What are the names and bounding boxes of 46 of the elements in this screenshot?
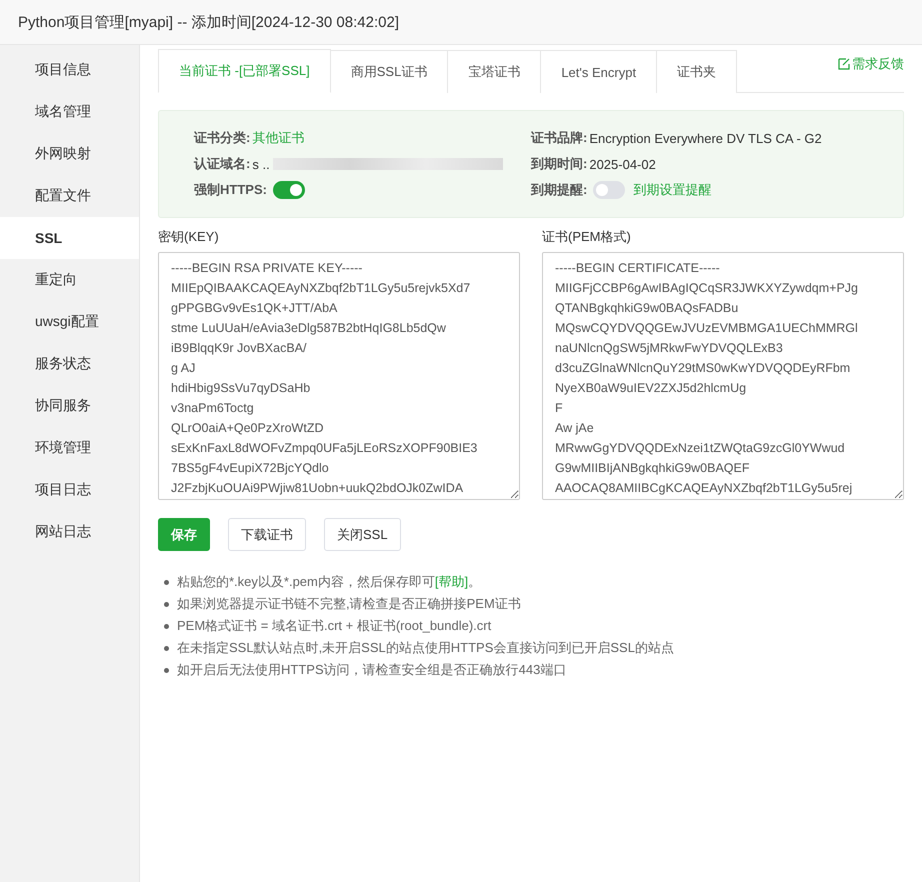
action-button[interactable]: 下载证书	[228, 518, 306, 551]
toggle-switch[interactable]	[272, 181, 305, 199]
sidebar-item[interactable]: uwsgi配置	[0, 301, 139, 343]
sidebar-item[interactable]: 外网映射	[0, 133, 139, 175]
note-text: 在未指定SSL默认站点时,未开启SSL的站点使用HTTPS会直接访问到已开启SSL的站点	[177, 639, 674, 657]
bullet-icon	[164, 602, 169, 606]
sidebar-item[interactable]: 网站日志	[0, 511, 139, 553]
sidebar-item[interactable]: 重定向	[0, 259, 139, 301]
info-value: 2025-04-02	[589, 156, 656, 172]
note-text: PEM格式证书 = 域名证书.crt + 根证书(root_bundle).crt	[177, 617, 492, 635]
info-value: 其他证书	[252, 129, 304, 147]
tab[interactable]: 商用SSL证书	[330, 50, 448, 93]
sidebar-item[interactable]: 域名管理	[0, 91, 139, 133]
sidebar-item[interactable]: 配置文件	[0, 175, 139, 217]
tab[interactable]: Let's Encrypt	[541, 50, 658, 93]
info-label: 强制HTTPS:	[194, 181, 267, 199]
bullet-icon	[164, 624, 169, 628]
tab[interactable]: 宝塔证书	[448, 50, 542, 93]
field-label: 证书(PEM格式)	[542, 228, 632, 246]
bullet-icon	[164, 668, 169, 672]
bullet-icon	[164, 580, 169, 584]
info-label: 证书品牌:	[531, 129, 588, 147]
note-text: 如果浏览器提示证书链不完整,请检查是否正确拼接PEM证书	[177, 595, 521, 613]
bullet-icon	[164, 646, 169, 650]
info-value: Encryption Everywhere DV TLS CA - G2	[589, 130, 822, 146]
window-title: Python项目管理[myapi] -- 添加时间[2024-12-30 08:42:02]	[18, 12, 399, 32]
action-button[interactable]: 关闭SSL	[324, 518, 401, 551]
note-text: 如开启后无法使用HTTPS访问，请检查安全组是否正确放行443端口	[177, 661, 566, 679]
sidebar-item[interactable]: 环境管理	[0, 427, 139, 469]
info-label: 到期时间:	[531, 155, 588, 173]
text-area[interactable]: -----BEGIN CERTIFICATE----- MIIGFjCCBP6gAwIBAgIQCqSR3JWKXYZywdqm+PJg QTANBgkqhkiG9w0BAQsFADBu MQswCQYDVQQGEwJVUzEVMBMGA1UEChMMRGl naUNlcnQgSW5jMRkwFwYDVQQLExB3 d3cuZGlnaWNlcnQuY29tMS0wKwYDVQQDEyRFbm NyeXB0aW9uIEV2ZXJ5d2hlcmUg F Aw jAe MRwwGgYDVQQDExNzei1tZWQtaG9zcGl0YWwud G9wMIIBIjANBgkqhkiG9w0BAQEF AAOCAQ8AMIIBCgKCAQEAyNXZbqf2bT1LGy5u5rej	[542, 252, 904, 500]
tab[interactable]: 证书夹	[657, 50, 738, 93]
note-text: 粘贴您的*.key以及*.pem内容，然后保存即可[帮助]。	[177, 573, 482, 591]
info-label: 证书分类:	[194, 129, 250, 147]
info-label: 到期提醒:	[531, 181, 588, 199]
info-value: s ..	[252, 156, 270, 172]
sidebar-item[interactable]: 服务状态	[0, 343, 139, 385]
sidebar-item[interactable]: 项目信息	[0, 49, 139, 91]
sidebar-item[interactable]: 项目日志	[0, 469, 139, 511]
sidebar-item[interactable]: 协同服务	[0, 385, 139, 427]
sidebar-item[interactable]: SSL	[0, 217, 139, 259]
text-area[interactable]: -----BEGIN RSA PRIVATE KEY----- MIIEpQIBAAKCAQEAyNXZbqf2bT1LGy5u5rejvk5Xd7 gPPGBGv9vEs1QK+JTT/AbA stme LuUUaH/eAvia3eDlg587B2btHqIG8Lb5dQw iB9BlqqK9r JovBXacBA/ g AJ hdiHbig9SsVu7qyDSaHb v3naPm6Toctg QLrO0aiA+Qe0PzXroWtZD sExKnFaxL8dWOFvZmpq0UFa5jLEoRSzXOPF90BIE3 7BS5gF4vEupiX72BjcYQdlo J2FzbjKuOUAi9PWjiw81Uobn+uukQ2bdOJk0ZwIDA	[158, 252, 520, 500]
edit-icon	[838, 58, 850, 70]
field-label: 密钥(KEY)	[158, 228, 220, 246]
toggle-switch[interactable]	[593, 181, 626, 199]
info-label: 认证域名:	[194, 155, 250, 173]
